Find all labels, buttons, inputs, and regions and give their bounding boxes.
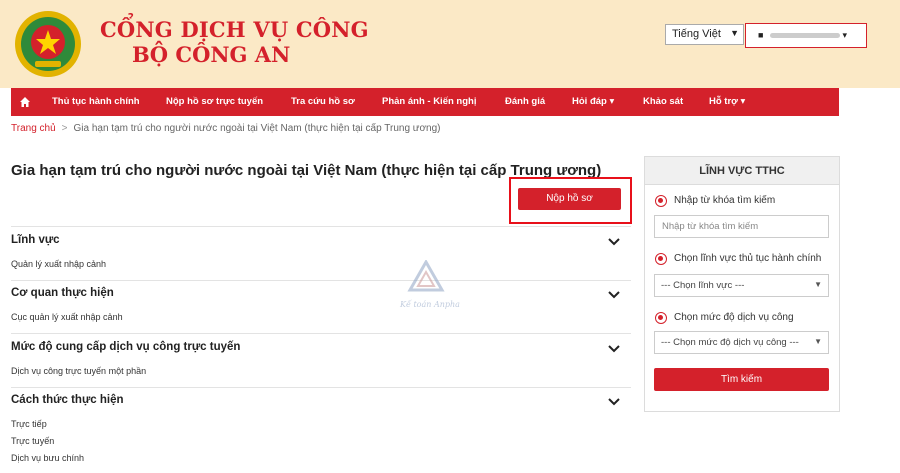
divider	[11, 226, 631, 227]
chevron-down-icon[interactable]	[608, 290, 620, 300]
section-value: Dịch vụ công trực tuyến một phần	[11, 366, 147, 376]
nav-hoi-dap[interactable]: Hỏi đáp ▾	[572, 88, 614, 116]
nav-khao-sat[interactable]: Khảo sát	[643, 88, 683, 116]
chevron-down-icon: ▼	[814, 337, 822, 346]
watermark-text: Kế toán Anpha	[399, 300, 460, 309]
divider	[11, 387, 631, 388]
portal-title-line2: BỘ CÔNG AN	[132, 42, 291, 67]
chevron-down-icon: ▼	[814, 280, 822, 289]
username-blurred	[769, 33, 840, 39]
nav-thu-tuc-hanh-chinh[interactable]: Thủ tục hành chính	[52, 88, 140, 116]
divider	[11, 280, 631, 281]
highlight-box	[509, 177, 632, 224]
divider	[11, 333, 631, 334]
level-select[interactable]: --- Chọn mức độ dịch vụ công --- ▼	[654, 331, 829, 354]
main-nav: Thủ tục hành chính Nộp hồ sơ trực tuyến …	[11, 88, 839, 116]
chevron-down-icon: ▾	[842, 30, 847, 40]
police-emblem-logo[interactable]	[13, 9, 83, 79]
breadcrumb: Trang chủ > Gia hạn tạm trú cho người nước…	[11, 123, 441, 134]
section-value: Dịch vụ bưu chính	[11, 453, 85, 463]
section-heading-linh-vuc[interactable]: Lĩnh vực	[11, 234, 60, 246]
field-select[interactable]: --- Chọn lĩnh vực --- ▼	[654, 274, 829, 297]
home-icon[interactable]	[20, 97, 30, 107]
sidebar-filter-panel: LĨNH VỰC TTHC Nhập từ khóa tìm kiếm Nhập…	[644, 156, 840, 412]
radio-keyword[interactable]	[655, 195, 667, 207]
section-heading-cach-thuc[interactable]: Cách thức thực hiện	[11, 394, 124, 406]
section-heading-co-quan[interactable]: Cơ quan thực hiện	[11, 287, 114, 299]
chevron-down-icon[interactable]	[608, 397, 620, 407]
radio-level-label: Chọn mức độ dịch vụ công	[674, 312, 794, 323]
level-select-value: --- Chọn mức độ dịch vụ công ---	[661, 337, 799, 348]
chevron-down-icon: ▼	[730, 28, 739, 38]
user-icon: ■	[758, 30, 764, 40]
breadcrumb-home[interactable]: Trang chủ	[11, 123, 56, 134]
chevron-down-icon[interactable]	[608, 344, 620, 354]
section-value: Quản lý xuất nhập cảnh	[11, 259, 107, 269]
nav-danh-gia[interactable]: Đánh giá	[505, 88, 545, 116]
radio-field[interactable]	[655, 253, 667, 265]
radio-level[interactable]	[655, 312, 667, 324]
nav-nop-ho-so-truc-tuyen[interactable]: Nộp hồ sơ trực tuyến	[166, 88, 263, 116]
radio-keyword-label: Nhập từ khóa tìm kiếm	[674, 195, 776, 206]
nav-ho-tro[interactable]: Hỗ trợ ▾	[709, 88, 745, 116]
keyword-search-input[interactable]: Nhập từ khóa tìm kiếm	[654, 215, 829, 238]
language-select[interactable]: Tiếng Việt ▼	[665, 24, 744, 45]
portal-title-line1: CỔNG DỊCH VỤ CÔNG	[100, 17, 369, 42]
section-heading-muc-do[interactable]: Mức độ cung cấp dịch vụ công trực tuyến	[11, 341, 240, 353]
section-value: Cục quản lý xuất nhập cảnh	[11, 312, 123, 322]
search-button[interactable]: Tìm kiếm	[654, 368, 829, 391]
language-value: Tiếng Việt	[672, 28, 721, 40]
breadcrumb-current: Gia hạn tạm trú cho người nước ngoài tại…	[73, 123, 441, 134]
watermark-logo: Kế toán Anpha	[399, 260, 460, 309]
breadcrumb-separator: >	[61, 123, 68, 134]
nav-phan-anh-kien-nghi[interactable]: Phản ánh - Kiến nghị	[382, 88, 476, 116]
radio-field-label: Chọn lĩnh vực thủ tục hành chính	[674, 253, 822, 264]
chevron-down-icon[interactable]	[608, 237, 620, 247]
site-header: CỔNG DỊCH VỤ CÔNG BỘ CÔNG AN Tiếng Việt …	[0, 0, 900, 88]
section-value: Trực tiếp	[11, 419, 47, 429]
sidebar-title: LĨNH VỰC TTHC	[645, 157, 839, 185]
nav-tra-cuu-ho-so[interactable]: Tra cứu hồ sơ	[291, 88, 355, 116]
field-select-value: --- Chọn lĩnh vực ---	[661, 280, 745, 291]
section-value: Trực tuyến	[11, 436, 55, 446]
user-menu[interactable]: ■ ▾	[745, 23, 867, 48]
